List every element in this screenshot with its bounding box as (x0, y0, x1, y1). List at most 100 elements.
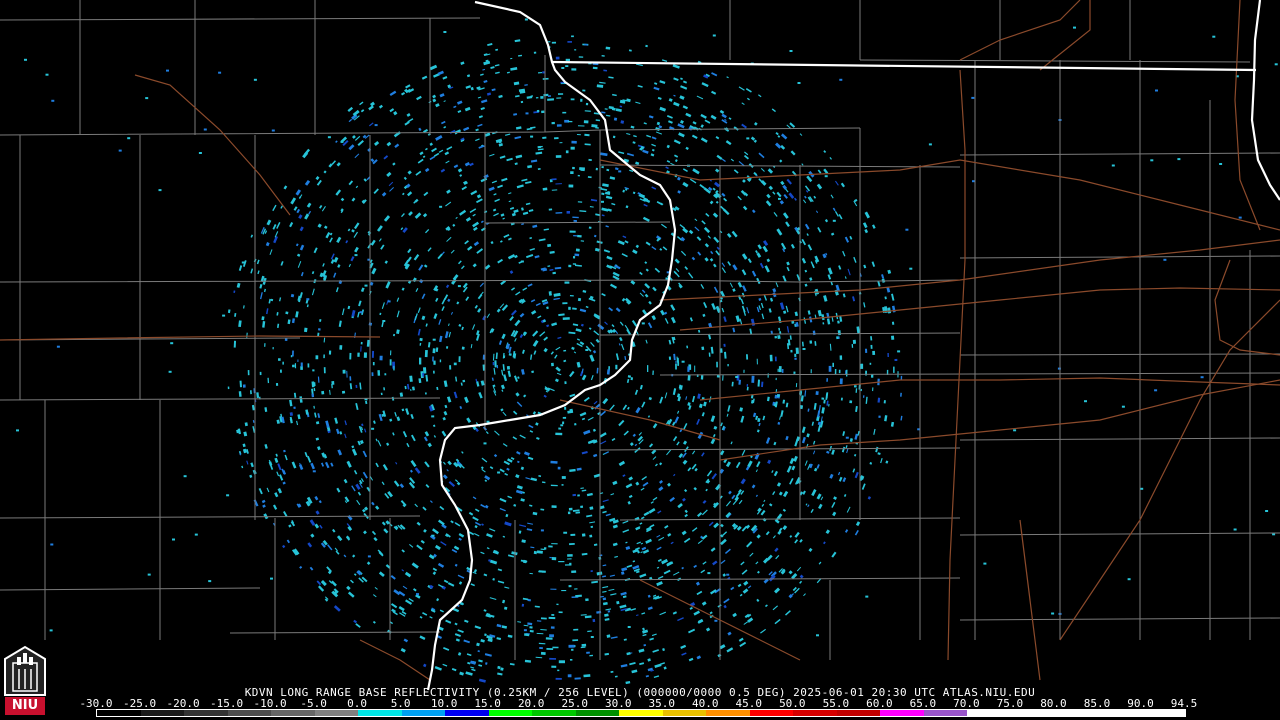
echo (367, 555, 371, 558)
echo (869, 362, 872, 365)
echo (572, 256, 576, 259)
echo (983, 562, 987, 565)
echo (377, 370, 381, 376)
echo (887, 353, 889, 358)
echo (675, 363, 677, 370)
echo (24, 58, 27, 61)
echo (571, 68, 577, 71)
echo (774, 335, 778, 339)
echo (567, 41, 572, 43)
echo (838, 369, 841, 374)
echo (208, 580, 212, 583)
reflectivity-color-scale (96, 709, 1186, 717)
echo (328, 350, 332, 355)
echo (279, 369, 282, 373)
echo (530, 135, 534, 138)
echo (318, 328, 321, 331)
echo (312, 470, 316, 473)
echo (778, 366, 782, 373)
echo (547, 243, 552, 248)
echo (606, 634, 611, 638)
echo (849, 400, 853, 404)
echo (574, 423, 577, 426)
echo (555, 432, 563, 436)
echo (570, 171, 574, 175)
echo (608, 366, 611, 370)
echo (828, 365, 832, 372)
echo (794, 357, 797, 360)
echo (568, 585, 572, 588)
echo (198, 152, 202, 154)
echo (909, 267, 913, 270)
echo (694, 365, 696, 373)
echo (561, 476, 566, 479)
echo (523, 559, 527, 564)
echo (564, 381, 567, 385)
echo (567, 554, 573, 557)
scale-segment (488, 710, 533, 716)
echo (419, 337, 423, 342)
echo (1274, 63, 1278, 66)
echo (569, 295, 574, 297)
echo (551, 178, 557, 181)
echo (563, 349, 567, 352)
echo (834, 368, 837, 375)
echo (462, 379, 466, 383)
echo (971, 96, 975, 99)
echo (714, 619, 718, 622)
echo (838, 336, 840, 339)
echo (548, 616, 556, 620)
echo (294, 363, 297, 369)
echo (551, 665, 557, 668)
echo (1073, 26, 1076, 29)
echo (555, 56, 560, 60)
echo (563, 531, 568, 534)
echo (542, 187, 548, 191)
echo (592, 66, 598, 70)
echo (49, 629, 53, 632)
echo (242, 384, 246, 388)
echo (615, 364, 618, 370)
echo (560, 81, 565, 84)
echo (557, 669, 560, 672)
echo (1140, 487, 1144, 490)
echo (540, 529, 544, 532)
echo (585, 102, 589, 106)
echo (590, 525, 594, 528)
echo (556, 97, 562, 99)
echo (1265, 510, 1269, 512)
echo (1219, 163, 1223, 165)
echo (746, 383, 749, 387)
echo (384, 373, 387, 376)
echo (226, 494, 230, 497)
echo (419, 357, 422, 365)
echo (327, 136, 331, 139)
echo (851, 344, 854, 348)
scale-segment (967, 710, 1011, 716)
echo (355, 384, 358, 388)
echo (304, 327, 308, 333)
echo (194, 533, 198, 536)
echo (560, 424, 564, 427)
echo (546, 647, 554, 650)
echo (540, 96, 544, 99)
echo (577, 234, 582, 238)
echo (578, 56, 584, 58)
echo (562, 416, 567, 419)
echo (203, 128, 207, 131)
echo (432, 348, 436, 354)
echo (259, 371, 262, 376)
echo (568, 306, 571, 310)
echo (363, 352, 367, 358)
echo (439, 205, 443, 208)
echo (572, 263, 577, 265)
echo (540, 651, 546, 655)
echo (795, 347, 799, 354)
echo (845, 436, 849, 439)
echo (798, 391, 803, 395)
echo (548, 292, 553, 296)
echo (815, 391, 819, 395)
echo (581, 533, 586, 537)
echo (580, 98, 583, 102)
echo (253, 78, 257, 81)
